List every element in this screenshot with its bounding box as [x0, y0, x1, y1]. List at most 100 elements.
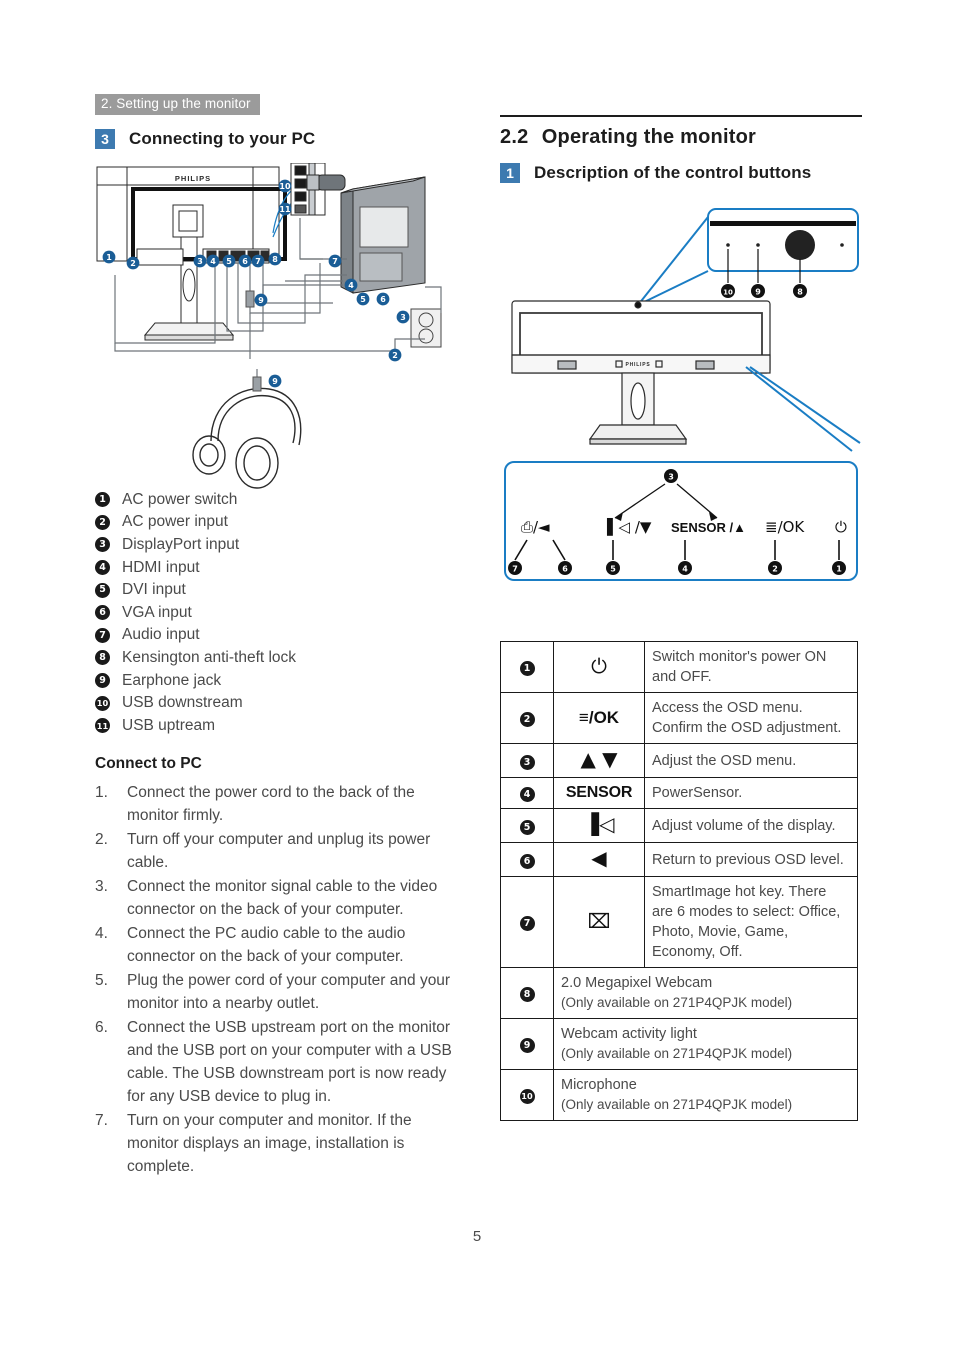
svg-text:7: 7: [255, 257, 261, 266]
power-icon: ⏻: [835, 518, 847, 536]
svg-text:1: 1: [836, 564, 842, 573]
callout-number: 8: [519, 987, 535, 1003]
row-description: Adjust the OSD menu.: [644, 743, 858, 778]
port-list-item: 5 DVI input: [95, 579, 465, 602]
row-callout-number: 3: [500, 743, 554, 778]
subsection-control-buttons: 1 Description of the control buttons: [500, 163, 862, 183]
port-list-item: 7 Audio input: [95, 624, 465, 647]
table-row: 4 SENSOR PowerSensor.: [500, 777, 858, 809]
svg-text:9: 9: [755, 287, 761, 296]
port-label: USB uptream: [122, 716, 216, 734]
callout-number: 9: [519, 1038, 535, 1054]
section-number: 2.2: [500, 126, 529, 148]
running-header: 2. Setting up the monitor: [95, 94, 260, 115]
svg-text:10: 10: [723, 288, 733, 296]
smartimage-icon: ⌧: [553, 876, 645, 968]
svg-text:5: 5: [610, 564, 616, 573]
step-text: Turn on your computer and monitor. If th…: [127, 1112, 412, 1176]
row-callout-number: 8: [500, 967, 554, 1019]
smartimage-back-icon: ⎙/◄: [521, 518, 550, 536]
callout-number: 2: [95, 514, 110, 530]
page-number: 5: [472, 1228, 482, 1245]
row-description: Webcam activity light (Only available on …: [553, 1018, 858, 1070]
callout-number: 3: [519, 754, 535, 770]
power-icon-glyph: ⏻: [591, 653, 607, 678]
connect-step: 6. Connect the USB upstream port on the m…: [95, 1016, 465, 1108]
connect-step: 4. Connect the PC audio cable to the audi…: [95, 922, 465, 968]
callout-number: 6: [519, 853, 535, 869]
svg-text:3: 3: [668, 472, 674, 481]
callout-number: 3: [95, 537, 110, 553]
step-number: 4.: [95, 925, 108, 943]
svg-text:3: 3: [197, 257, 203, 266]
row-title: 2.0 Megapixel Webcam: [561, 975, 713, 991]
row-description: SmartImage hot key. There are 6 modes to…: [644, 876, 858, 968]
section-title: Operating the monitor: [541, 126, 756, 148]
callout-number: 10: [519, 1088, 535, 1104]
port-list-item: 4 HDMI input: [95, 556, 465, 579]
row-description: Return to previous OSD level.: [644, 842, 858, 877]
row-callout-number: 9: [500, 1018, 554, 1070]
svg-text:10: 10: [279, 182, 291, 191]
row-title: Microphone: [561, 1077, 637, 1093]
row-callout-number: 10: [500, 1069, 554, 1121]
front-view-svg: 10 9 8 PHILIPS: [511, 208, 861, 452]
row-description-text: Access the OSD menu. Confirm the OSD adj…: [652, 700, 842, 736]
step-text: Connect the power cord to the back of th…: [127, 784, 415, 825]
connect-step: 1. Connect the power cord to the back of …: [95, 781, 465, 827]
left-arrow-icon-glyph: ◀: [591, 846, 607, 870]
svg-text:1: 1: [106, 253, 112, 262]
monitor-rear-connections-diagram: 1 2 3 4 5 6 7 8 9 10 11 7 4 5 6 3 2 PHIL…: [95, 162, 465, 489]
svg-text:2: 2: [392, 351, 398, 360]
manual-page: 2. Setting up the monitor 3 Connecting t…: [0, 0, 954, 1349]
port-list-item: 2 AC power input: [95, 511, 465, 534]
control-panel-diagram: 3 ⎙/◄ ▌◁ /▼ SENSOR /▲ ≣/OK ⏻ 7 6 5 4 2 1: [504, 461, 858, 581]
subsection-badge: 3: [95, 128, 115, 149]
row-description-text: Switch monitor's power ON and OFF.: [652, 649, 827, 685]
table-row: 8 2.0 Megapixel Webcam (Only available on …: [500, 967, 858, 1019]
port-label: HDMI input: [122, 558, 200, 576]
svg-text:6: 6: [380, 295, 386, 304]
port-label: DVI input: [122, 581, 186, 599]
callout-number: 1: [95, 492, 110, 508]
section-heading: 2.2 Operating the monitor: [500, 115, 862, 149]
left-arrow-icon: ◀: [553, 842, 645, 877]
row-description: 2.0 Megapixel Webcam (Only available on 2…: [553, 967, 858, 1019]
callout-number: 5: [95, 582, 110, 598]
port-label: USB downstream: [122, 694, 243, 712]
port-list: 1 AC power switch 2 AC power input 3 DisplayP…: [95, 489, 465, 738]
port-list-item: 1 AC power switch: [95, 489, 465, 512]
step-text: Plug the power cord of your computer and…: [127, 972, 451, 1013]
callout-number: 4: [519, 787, 535, 803]
row-description: Switch monitor's power ON and OFF.: [644, 641, 858, 693]
monitor-front-view-diagram: 10 9 8 PHILIPS 3 ⎙/◄ ▌◁ /▼ SENSOR /▲ ≣/O…: [500, 205, 862, 627]
port-label: AC power input: [122, 513, 228, 531]
subsection-connecting-to-pc: 3 Connecting to your PC: [95, 128, 465, 149]
subsection-title: Connecting to your PC: [129, 128, 316, 148]
svg-text:8: 8: [272, 255, 278, 264]
svg-text:6: 6: [562, 564, 568, 573]
osd-ok-icon: ≣/OK: [765, 518, 805, 536]
row-description-text: Return to previous OSD level.: [652, 851, 844, 868]
callout-number: 9: [95, 673, 110, 689]
left-column: 2. Setting up the monitor 3 Connecting t…: [95, 94, 465, 1179]
volume-icon: ▐◁: [553, 808, 645, 843]
callout-number: 8: [95, 650, 110, 666]
smartimage-icon-glyph: ⌧: [587, 908, 611, 933]
row-description: Microphone (Only available on 271P4QPJK m…: [553, 1069, 858, 1121]
port-label: Earphone jack: [122, 671, 222, 689]
philips-logo-text: PHILIPS: [175, 174, 211, 183]
svg-text:4: 4: [682, 564, 688, 573]
row-callout-number: 5: [500, 808, 554, 843]
row-note: (Only available on 271P4QPJK model): [561, 1046, 793, 1061]
up-down-arrows-icon-glyph: ▲ ▼: [580, 747, 618, 771]
svg-text:7: 7: [332, 257, 338, 266]
port-label: DisplayPort input: [122, 535, 240, 553]
step-number: 3.: [95, 878, 108, 896]
step-number: 5.: [95, 972, 108, 990]
svg-text:9: 9: [272, 377, 278, 386]
table-row: 3 ▲ ▼ Adjust the OSD menu.: [500, 743, 858, 778]
step-number: 1.: [95, 784, 108, 802]
volume-icon-glyph: ▐◁: [583, 812, 615, 836]
svg-text:2: 2: [130, 259, 136, 268]
